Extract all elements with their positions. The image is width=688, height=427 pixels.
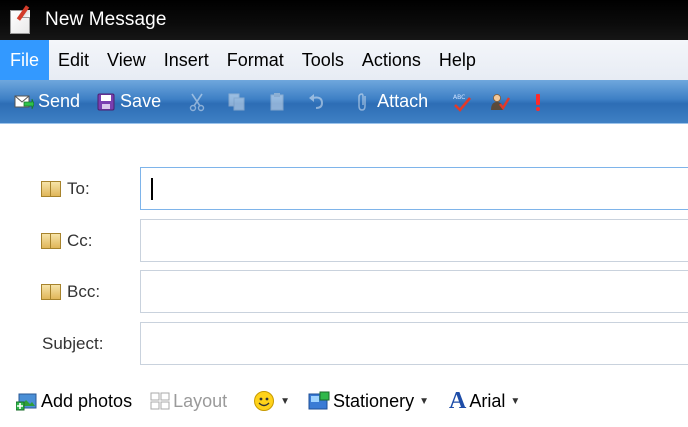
paste-icon bbox=[267, 92, 287, 112]
check-names-button[interactable] bbox=[484, 85, 516, 119]
subject-field[interactable] bbox=[140, 322, 688, 365]
subject-row: Subject: bbox=[0, 322, 688, 366]
cc-row: Cc: bbox=[0, 219, 688, 263]
to-label: To: bbox=[67, 179, 90, 198]
stationery-icon bbox=[308, 391, 330, 411]
cut-icon bbox=[187, 92, 207, 112]
stationery-dropdown[interactable]: Stationery ▼ bbox=[302, 381, 435, 421]
menu-insert[interactable]: Insert bbox=[155, 40, 218, 80]
save-button[interactable]: Save bbox=[90, 85, 167, 119]
send-button[interactable]: Send bbox=[8, 85, 86, 119]
spellcheck-button[interactable]: ABC bbox=[446, 85, 478, 119]
font-name: Arial bbox=[469, 390, 506, 411]
copy-button[interactable] bbox=[221, 85, 253, 119]
priority-button[interactable] bbox=[522, 85, 554, 119]
title-bar: New Message bbox=[0, 0, 688, 40]
bcc-address-book-button[interactable]: Bcc: bbox=[41, 282, 100, 302]
layout-label: Layout bbox=[173, 390, 228, 411]
add-photos-button[interactable]: Add photos bbox=[10, 381, 138, 421]
contacts-check-icon bbox=[490, 92, 511, 112]
font-dropdown[interactable]: A Arial ▼ bbox=[443, 381, 526, 421]
layout-icon bbox=[150, 392, 170, 410]
add-photos-label: Add photos bbox=[41, 390, 133, 411]
menu-format[interactable]: Format bbox=[218, 40, 293, 80]
address-book-icon bbox=[41, 284, 61, 300]
menu-edit[interactable]: Edit bbox=[49, 40, 98, 80]
save-label: Save bbox=[120, 91, 162, 111]
menu-bar: File Edit View Insert Format Tools Actio… bbox=[0, 40, 688, 80]
cc-address-book-button[interactable]: Cc: bbox=[41, 231, 93, 251]
menu-view[interactable]: View bbox=[98, 40, 155, 80]
new-message-icon bbox=[8, 5, 34, 35]
toolbar: Send Save Attach ABC bbox=[0, 80, 688, 124]
font-icon: A bbox=[448, 387, 467, 414]
bcc-label: Bcc: bbox=[67, 282, 101, 301]
priority-high-icon bbox=[528, 92, 548, 112]
chevron-down-icon: ▼ bbox=[419, 395, 429, 407]
attach-icon bbox=[353, 92, 373, 112]
subject-label: Subject: bbox=[42, 334, 104, 353]
bcc-row: Bcc: bbox=[0, 270, 688, 314]
cut-button[interactable] bbox=[181, 85, 213, 119]
menu-file[interactable]: File bbox=[0, 40, 50, 80]
to-field[interactable] bbox=[140, 167, 688, 210]
to-address-book-button[interactable]: To: bbox=[41, 179, 90, 199]
attach-button[interactable]: Attach bbox=[347, 85, 434, 119]
window-title: New Message bbox=[45, 9, 167, 30]
emoticon-dropdown[interactable]: ▼ bbox=[247, 381, 296, 421]
message-header-form: To: Cc: Bcc: Subject: bbox=[0, 125, 688, 375]
cc-field[interactable] bbox=[140, 219, 688, 262]
undo-icon bbox=[307, 92, 327, 112]
svg-text:ABC: ABC bbox=[453, 94, 465, 101]
paste-button[interactable] bbox=[261, 85, 293, 119]
send-icon bbox=[14, 92, 35, 112]
smiley-icon bbox=[253, 390, 275, 412]
spellcheck-icon: ABC bbox=[452, 92, 472, 112]
address-book-icon bbox=[41, 181, 61, 197]
undo-button[interactable] bbox=[301, 85, 333, 119]
attach-label: Attach bbox=[377, 91, 429, 111]
address-book-icon bbox=[41, 233, 61, 249]
send-label: Send bbox=[38, 91, 81, 111]
text-caret bbox=[151, 178, 153, 200]
save-icon bbox=[96, 92, 116, 112]
to-row: To: bbox=[0, 167, 688, 211]
stationery-label: Stationery bbox=[333, 390, 415, 411]
layout-button[interactable]: Layout bbox=[144, 381, 233, 421]
menu-actions[interactable]: Actions bbox=[353, 40, 430, 80]
menu-help[interactable]: Help bbox=[430, 40, 485, 80]
format-bar: Add photos Layout ▼ Stationery ▼ A Arial… bbox=[0, 375, 688, 427]
copy-icon bbox=[227, 92, 247, 112]
add-photos-icon bbox=[16, 391, 38, 411]
chevron-down-icon: ▼ bbox=[280, 395, 291, 407]
bcc-field[interactable] bbox=[140, 270, 688, 313]
chevron-down-icon: ▼ bbox=[510, 395, 521, 407]
cc-label: Cc: bbox=[67, 231, 93, 250]
menu-tools[interactable]: Tools bbox=[293, 40, 353, 80]
